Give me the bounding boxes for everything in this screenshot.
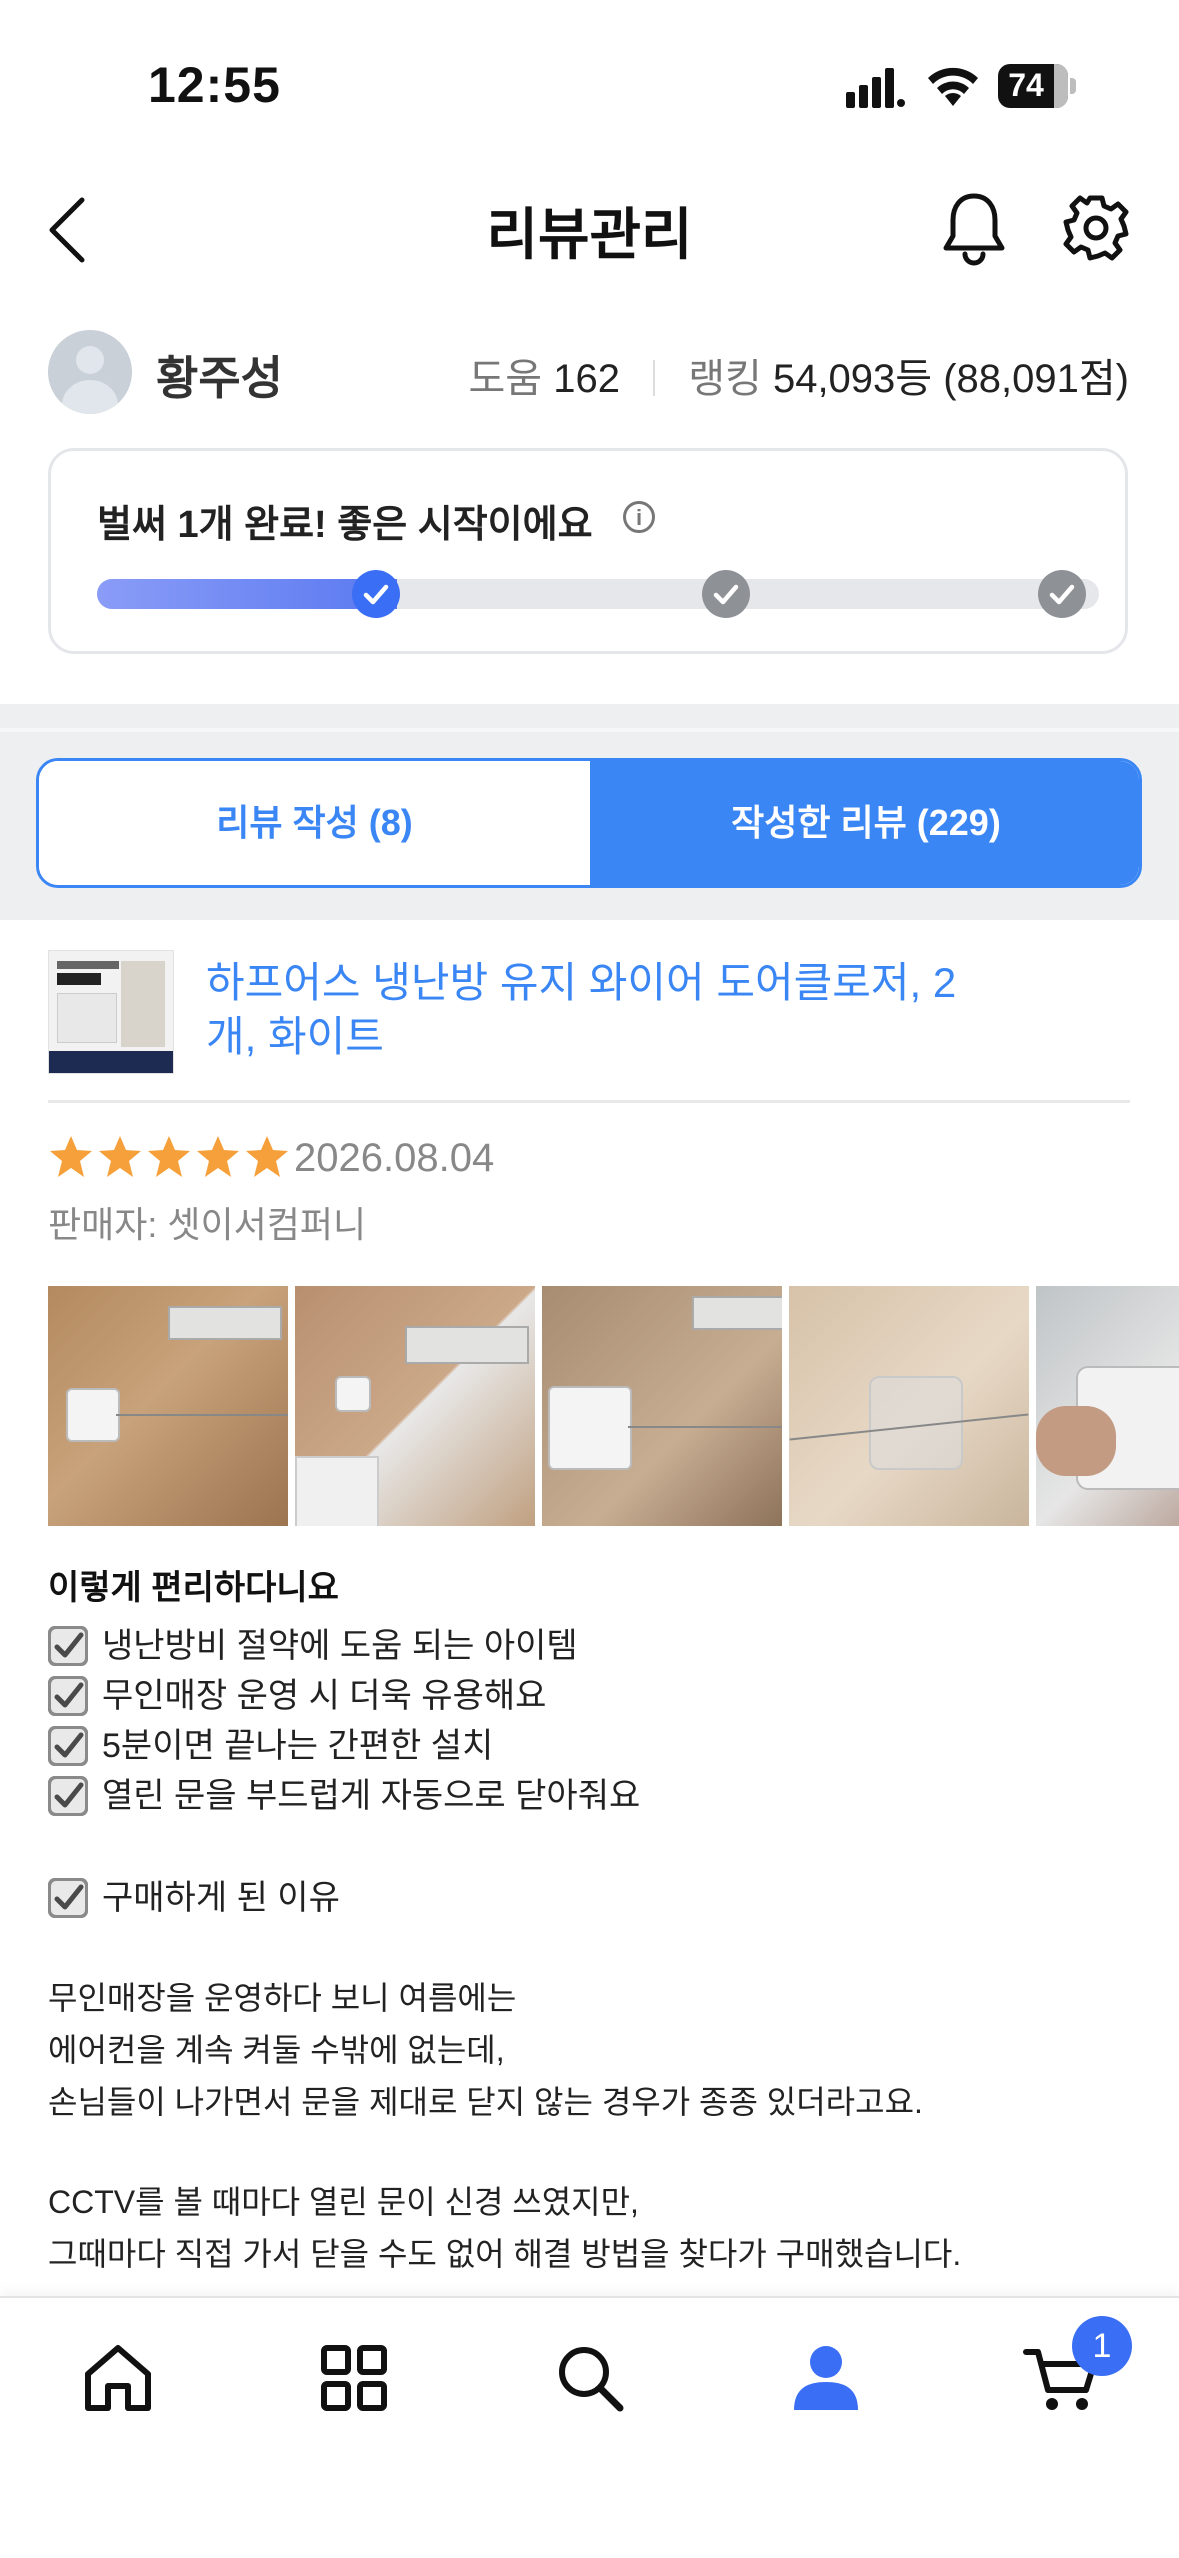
checkbox-icon <box>48 1776 88 1817</box>
seller-name: 판매자: 셋이서컴퍼니 <box>48 1204 367 1245</box>
product-title-link[interactable]: 하프어스 냉난방 유지 와이어 도어클로저, 2 개, 화이트 <box>206 956 1006 1064</box>
app-header: 리뷰관리 <box>0 170 1179 290</box>
tab-write-review[interactable]: 리뷰 작성 (8) <box>39 761 590 885</box>
step-3-check-icon <box>1037 569 1087 619</box>
reason-item: 구매하게 된 이유 <box>48 1876 340 1920</box>
help-label: 도움 <box>468 357 543 401</box>
review-line: 에어컨을 계속 켜둘 수밖에 없는데, <box>48 2032 505 2068</box>
user-name: 황주성 <box>156 352 283 404</box>
bell-icon[interactable] <box>940 190 1008 266</box>
checklist-item: 무인매장 운영 시 더욱 유용해요 <box>48 1674 546 1718</box>
category-grid-icon[interactable] <box>314 2338 394 2418</box>
review-photo[interactable] <box>48 1286 288 1526</box>
my-profile-icon[interactable] <box>786 2338 866 2418</box>
reason-label: 구매하게 된 이유 <box>102 1879 340 1917</box>
review-photos <box>48 1286 1179 1526</box>
tab-written-reviews[interactable]: 작성한 리뷰 (229) <box>590 761 1139 885</box>
checklist-text: 5분이면 끝나는 간편한 설치 <box>102 1727 494 1765</box>
user-stats: 도움 162 랭킹 54,093등 (88,091점) <box>468 346 1129 404</box>
progress-title: 벌써 1개 완료! 좋은 시작이에요 <box>97 504 593 546</box>
review-line: 무인매장을 운영하다 보니 여름에는 <box>48 1980 517 2016</box>
checklist-text: 냉난방비 절약에 도움 되는 아이템 <box>102 1627 578 1665</box>
checkbox-icon <box>48 1726 88 1767</box>
home-icon[interactable] <box>78 2338 158 2418</box>
cart-badge: 1 <box>1072 2316 1132 2376</box>
review-photo[interactable] <box>789 1286 1029 1526</box>
checkbox-icon <box>48 1878 88 1919</box>
star-icon <box>197 1136 239 1177</box>
star-icon <box>99 1136 141 1177</box>
cellular-signal-icon <box>846 68 905 108</box>
checklist-item: 열린 문을 부드럽게 자동으로 닫아줘요 <box>48 1774 640 1818</box>
review-line: 손님들이 나가면서 문을 제대로 닫지 않는 경우가 종종 있더라고요. <box>48 2084 923 2120</box>
checkbox-icon <box>48 1676 88 1717</box>
info-icon[interactable]: i <box>623 501 655 533</box>
battery-icon: 74 <box>998 64 1076 108</box>
checklist-text: 무인매장 운영 시 더욱 유용해요 <box>102 1677 547 1715</box>
review-photo[interactable] <box>295 1286 535 1526</box>
product-thumbnail[interactable] <box>48 950 174 1074</box>
help-value: 162 <box>553 357 620 401</box>
review-paragraph-2: CCTV를 볼 때마다 열린 문이 신경 쓰였지만, 그때마다 직접 가서 닫을… <box>48 2176 961 2280</box>
battery-percent: 74 <box>1008 67 1044 103</box>
status-time: 12:55 <box>148 57 281 113</box>
status-bar: 12:55 74 <box>0 0 1179 150</box>
ranking-value: 54,093등 (88,091점) <box>772 357 1129 401</box>
star-icon <box>246 1136 288 1177</box>
wifi-icon <box>928 67 978 106</box>
review-photo[interactable] <box>542 1286 782 1526</box>
review-photo[interactable] <box>1036 1286 1179 1526</box>
checkbox-icon <box>48 1626 88 1667</box>
review-tabs: 리뷰 작성 (8) 작성한 리뷰 (229) <box>36 758 1142 888</box>
checklist-item: 냉난방비 절약에 도움 되는 아이템 <box>48 1624 578 1668</box>
step-2-check-icon <box>701 569 751 619</box>
star-icon <box>148 1136 190 1177</box>
star-icon <box>50 1136 92 1177</box>
profile-row: 황주성 도움 162 랭킹 54,093등 (88,091점) <box>0 320 1179 420</box>
step-1-check-icon <box>351 569 401 619</box>
ranking-label: 랭킹 <box>688 357 762 401</box>
review-headline: 이렇게 편리하다니요 <box>48 1569 339 1607</box>
divider <box>48 1100 1130 1103</box>
checklist-text: 열린 문을 부드럽게 자동으로 닫아줘요 <box>102 1777 641 1815</box>
progress-card: 벌써 1개 완료! 좋은 시작이에요 i <box>48 448 1128 654</box>
search-icon[interactable] <box>550 2338 630 2418</box>
review-line: CCTV를 볼 때마다 열린 문이 신경 쓰였지만, <box>48 2184 639 2220</box>
gear-icon[interactable] <box>1058 190 1134 266</box>
stats-divider <box>653 360 656 396</box>
review-date: 2026.08.04 <box>294 1136 495 1180</box>
avatar[interactable] <box>48 330 132 414</box>
bottom-nav <box>0 2296 1179 2558</box>
checklist-item: 5분이면 끝나는 간편한 설치 <box>48 1724 493 1768</box>
review-paragraph-1: 무인매장을 운영하다 보니 여름에는 에어컨을 계속 켜둘 수밖에 없는데, 손… <box>48 1972 923 2128</box>
star-rating <box>48 1134 293 1184</box>
review-line: 그때마다 직접 가서 닫을 수도 없어 해결 방법을 찾다가 구매했습니다. <box>48 2236 962 2272</box>
